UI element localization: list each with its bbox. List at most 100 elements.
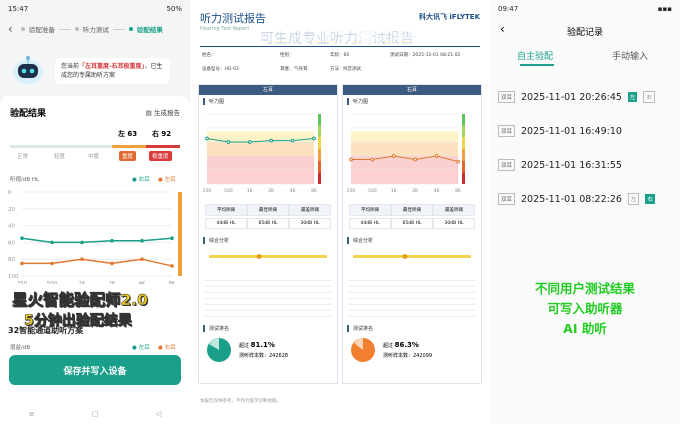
color-bar-segment xyxy=(318,160,321,173)
severity-scale xyxy=(10,145,180,148)
robot-avatar-icon xyxy=(13,56,43,84)
ranking-section-title: 测试排名 xyxy=(203,325,333,332)
chart-unit: 听阈/dB HL xyxy=(10,177,40,183)
x-tick: 250 xyxy=(203,188,212,194)
color-bar-segment xyxy=(462,114,465,126)
analysis-section-title: 综合分析 xyxy=(203,237,333,244)
rank-pie-left xyxy=(207,338,231,362)
generate-report-button[interactable]: ▤ 生成报告 xyxy=(146,107,180,117)
x-tick: 4K xyxy=(138,281,145,284)
data-point xyxy=(20,236,24,240)
rank-total-left: 测听样本数：242628 xyxy=(239,352,289,359)
record-item[interactable]: 双耳 2025-11-01 20:26:45 左右 xyxy=(490,80,680,114)
y-tick: 80 xyxy=(8,257,15,263)
data-point xyxy=(290,138,295,143)
fitting-records-screen: 09:47 ▪▪▪ ‹ 验配记录 自主验配 手动输入 双耳 2025-11-01 2… xyxy=(490,0,680,424)
data-point xyxy=(170,264,174,268)
home-icon[interactable]: ▢ xyxy=(92,410,99,418)
record-item[interactable]: 双耳 2025-11-01 16:49:10 xyxy=(490,114,680,148)
menu-icon[interactable]: ≡ xyxy=(29,410,35,418)
series-line xyxy=(21,237,173,244)
left-ear-header: 左耳 xyxy=(199,85,337,95)
analysis-section-title-r: 综合分析 xyxy=(347,237,477,244)
gain-label: 增益/dB xyxy=(10,345,31,351)
data-point xyxy=(226,140,231,144)
ranking-section-title-r: 测试排名 xyxy=(347,325,477,332)
brand-logo: 科大讯飞 iFLYTEK xyxy=(418,13,480,21)
battery-level: 50% xyxy=(166,5,182,13)
save-and-write-button[interactable]: 保存并写入设备 xyxy=(9,355,181,385)
hearing-report-document: 听力测试报告 Hearing Test Report 科大讯飞 iFLYTEK … xyxy=(190,0,490,424)
color-bar-segment xyxy=(318,125,321,138)
tab-self-fitting[interactable]: 自主验配 xyxy=(517,49,553,62)
promo-subline: 5分钟出验配结果 xyxy=(24,313,132,330)
status-time-right: 09:47 xyxy=(498,5,519,13)
mini-audiogram-right: 250 500 1K 2K 4K 8K xyxy=(347,113,465,194)
color-bar-segment xyxy=(462,125,465,138)
record-item[interactable]: 双耳 2025-11-01 08:22:26 左右 xyxy=(490,182,680,216)
data-point xyxy=(80,240,84,245)
tab-manual-input[interactable]: 手动输入 xyxy=(612,49,648,62)
y-tick: 20 xyxy=(8,207,15,213)
left-ear-value: 左 63 xyxy=(118,130,138,138)
data-point xyxy=(140,238,144,243)
right-ear-value: 右 92 xyxy=(152,130,172,138)
audiogram-section-title: 听力图 xyxy=(203,98,333,105)
x-tick: 500 xyxy=(368,188,377,194)
right-ear-header: 右耳 xyxy=(343,85,481,95)
right-ear-section: 右耳 听力图 250 500 1K 2K 4K 8K 平均听阈 最佳听阈 最差听阈 44dB … xyxy=(342,84,482,384)
color-bar-segment xyxy=(318,172,321,184)
rank-total-right: 测听样本数：242099 xyxy=(383,352,433,359)
data-point xyxy=(434,154,439,158)
x-tick: 500 xyxy=(224,188,233,194)
x-tick: 2K xyxy=(108,281,115,284)
report-subtitle: Hearing Test Report xyxy=(200,26,250,32)
record-item[interactable]: 双耳 2025-11-01 16:31:55 xyxy=(490,148,680,182)
severity-bar xyxy=(178,192,182,276)
color-bar-segment xyxy=(462,160,465,173)
result-bubble: 您当前「左耳重度-右耳极重度」，已生成您的专属助听方案 xyxy=(55,58,170,84)
analysis-scale-left xyxy=(209,254,327,259)
system-nav-bar: ≡ ▢ ◁ xyxy=(0,410,190,418)
legend2-right: ● 左耳 xyxy=(132,345,150,351)
data-point xyxy=(269,138,274,143)
data-point xyxy=(312,136,316,141)
step-nav: ‹ 验配准备 听力测试 验配结果 xyxy=(0,18,190,40)
x-tick: 8K xyxy=(311,188,318,194)
data-point xyxy=(370,157,375,162)
data-point xyxy=(110,261,114,266)
back-nav-icon[interactable]: ◁ xyxy=(156,410,161,418)
mini-audiogram-left: 250 500 1K 2K 4K 8K xyxy=(203,113,321,194)
x-tick: 1K xyxy=(247,188,254,194)
data-point xyxy=(247,140,252,144)
promo-line-3: AI 助听 xyxy=(563,321,607,336)
status-bar-right: 09:47 ▪▪▪ xyxy=(490,0,680,18)
back-icon[interactable]: ‹ xyxy=(8,22,13,36)
scale-label-normal: 正常 xyxy=(17,154,29,160)
status-time: 15:47 xyxy=(8,5,29,13)
x-tick: 1K xyxy=(391,188,398,194)
x-tick: 500 xyxy=(47,281,58,284)
x-tick: 250 xyxy=(347,188,356,194)
rank-left-value: 81.1% xyxy=(250,341,275,350)
data-point xyxy=(140,257,144,261)
data-point xyxy=(205,136,209,141)
color-bar-segment xyxy=(462,137,465,149)
report-title: 听力测试报告 xyxy=(200,12,266,25)
x-tick: 2K xyxy=(412,188,419,194)
severity-band xyxy=(207,142,314,156)
legend2-left: ● 右耳 xyxy=(158,345,176,351)
info-method-label: 方法： xyxy=(330,67,344,72)
promo-line-2: 可写入助听器 xyxy=(547,301,623,316)
status-bar: 15:47 50% xyxy=(0,0,190,18)
info-name: 姓名： xyxy=(202,53,216,58)
info-method: 纯音测试 xyxy=(343,67,361,72)
y-tick: 60 xyxy=(8,240,15,246)
step-result: 验配结果 xyxy=(128,24,163,34)
record-list: 双耳 2025-11-01 20:26:45 左右 双耳 2025-11-01 16:… xyxy=(490,80,680,216)
severity-band xyxy=(207,114,314,132)
right-severity-badge: 极重度 xyxy=(149,151,172,161)
audiogram-chart: 0 20 40 60 80 100250 500 1K 2K 4K 8K xyxy=(8,190,182,284)
color-bar-segment xyxy=(462,172,465,184)
color-bar-segment xyxy=(318,114,321,126)
